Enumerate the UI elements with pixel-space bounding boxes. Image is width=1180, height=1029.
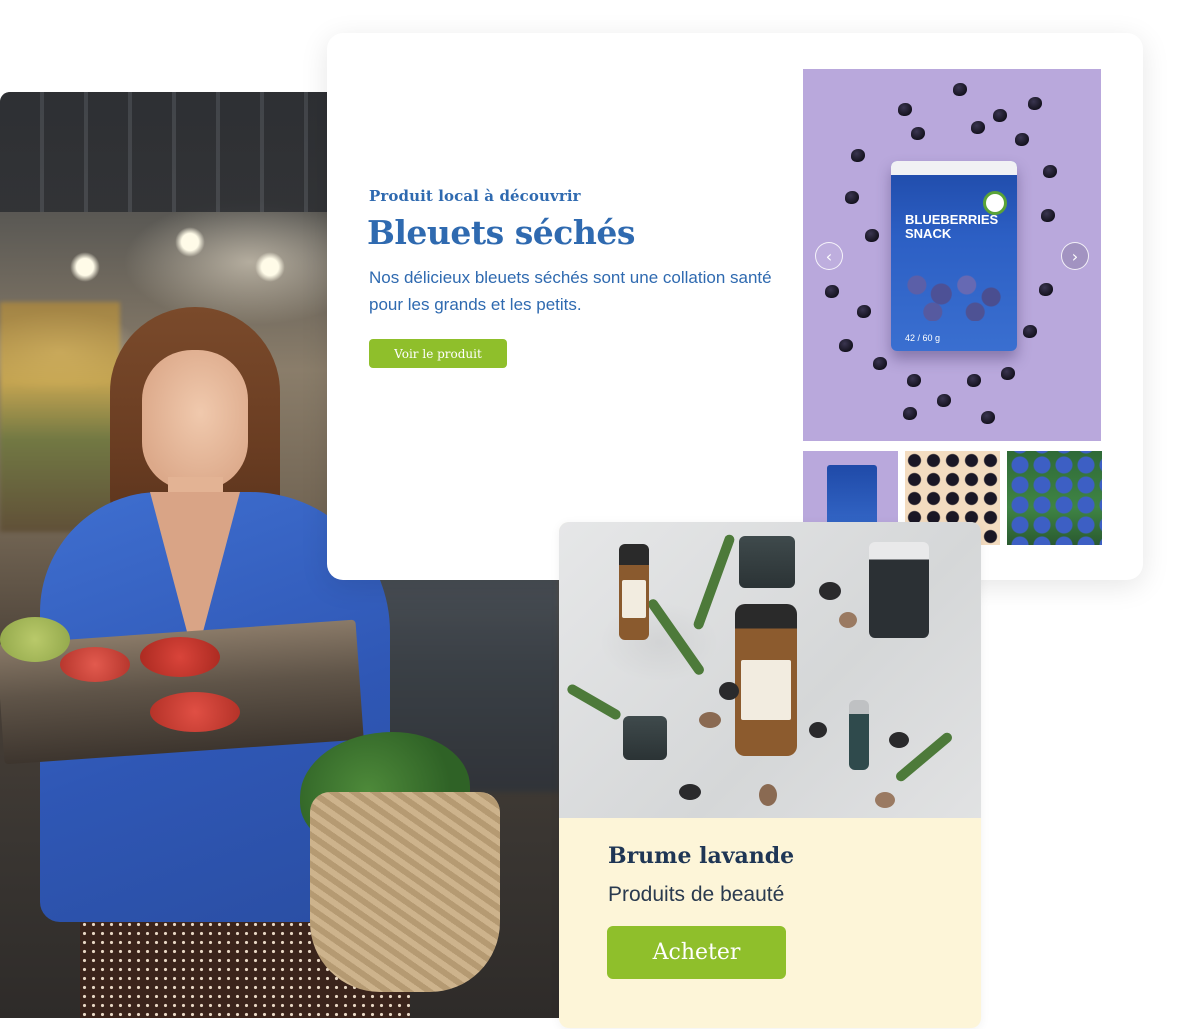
blueberry-snack-pouch: BLUEBERRIES SNACK 42 / 60 g bbox=[891, 161, 1017, 351]
strawberries bbox=[60, 647, 130, 682]
buy-button[interactable]: Acheter bbox=[607, 926, 786, 979]
dried-blueberry bbox=[865, 229, 879, 242]
beauty-product-card: Brume lavande Produits de beauté Acheter bbox=[559, 522, 981, 1028]
dried-blueberry bbox=[1015, 133, 1029, 146]
stone bbox=[719, 682, 739, 700]
ceiling-light bbox=[70, 252, 100, 282]
beauty-product-photo bbox=[559, 522, 981, 818]
beauty-product-title: Brume lavande bbox=[608, 843, 795, 869]
dried-blueberry bbox=[911, 127, 925, 140]
wicker-basket bbox=[310, 792, 500, 992]
stone bbox=[699, 712, 721, 728]
cosmetic-jar bbox=[739, 536, 795, 588]
roll-on-bottle bbox=[849, 700, 869, 770]
dried-blueberry bbox=[1028, 97, 1042, 110]
bottle-label bbox=[622, 580, 646, 618]
fern-sprig bbox=[692, 533, 736, 631]
pouch-weight: 42 / 60 g bbox=[905, 333, 941, 343]
strawberries bbox=[140, 637, 220, 677]
fern-sprig bbox=[646, 597, 706, 677]
gallery-thumbnail-fresh-berries[interactable] bbox=[1007, 451, 1102, 545]
ceiling-light bbox=[255, 252, 285, 282]
pouch-berries-illustration bbox=[901, 261, 1007, 321]
dried-blueberry bbox=[981, 411, 995, 424]
small-cosmetic-jar bbox=[623, 716, 667, 760]
stone bbox=[809, 722, 827, 738]
strawberries bbox=[150, 692, 240, 732]
dried-blueberry bbox=[1041, 209, 1055, 222]
dried-blueberry bbox=[845, 191, 859, 204]
feature-description: Nos délicieux bleuets séchés sont une co… bbox=[369, 268, 772, 314]
view-product-button[interactable]: Voir le produit bbox=[369, 339, 507, 368]
stone bbox=[759, 784, 777, 806]
product-gallery-main-image: BLUEBERRIES SNACK 42 / 60 g ‹ › bbox=[803, 69, 1101, 441]
dried-blueberry bbox=[839, 339, 853, 352]
stone bbox=[679, 784, 701, 800]
bottle-label bbox=[741, 660, 791, 720]
dried-blueberry bbox=[1001, 367, 1015, 380]
dried-blueberry bbox=[903, 407, 917, 420]
dried-blueberry bbox=[851, 149, 865, 162]
dried-blueberry bbox=[953, 83, 967, 96]
dried-blueberry bbox=[967, 374, 981, 387]
stone bbox=[875, 792, 895, 808]
dried-blueberry bbox=[825, 285, 839, 298]
stone bbox=[839, 612, 857, 628]
beauty-product-category: Produits de beauté bbox=[608, 883, 785, 906]
fern-sprig bbox=[565, 682, 623, 722]
dried-blueberry bbox=[993, 109, 1007, 122]
dried-blueberry bbox=[1039, 283, 1053, 296]
chevron-right-icon[interactable]: › bbox=[1061, 242, 1089, 270]
woman-face bbox=[142, 350, 248, 490]
dried-blueberry bbox=[1023, 325, 1037, 338]
pouch-label: BLUEBERRIES SNACK bbox=[905, 212, 999, 241]
stone bbox=[889, 732, 909, 748]
produce-stall bbox=[0, 302, 120, 532]
stone bbox=[819, 582, 841, 600]
ceiling-light bbox=[175, 227, 205, 257]
dried-blueberry bbox=[971, 121, 985, 134]
dried-blueberry bbox=[907, 374, 921, 387]
chevron-left-icon[interactable]: ‹ bbox=[815, 242, 843, 270]
grapes bbox=[0, 617, 70, 662]
dried-blueberry bbox=[937, 394, 951, 407]
dried-blueberry bbox=[857, 305, 871, 318]
deodorant-stick bbox=[869, 542, 929, 638]
feature-eyebrow: Produit local à découvrir bbox=[369, 187, 581, 205]
dried-blueberry bbox=[898, 103, 912, 116]
feature-title: Bleuets séchés bbox=[367, 213, 635, 252]
featured-product-card: Produit local à découvrir Bleuets séchés… bbox=[327, 33, 1143, 580]
dried-blueberry bbox=[1043, 165, 1057, 178]
dried-blueberry bbox=[873, 357, 887, 370]
pouch-seal bbox=[891, 161, 1017, 175]
